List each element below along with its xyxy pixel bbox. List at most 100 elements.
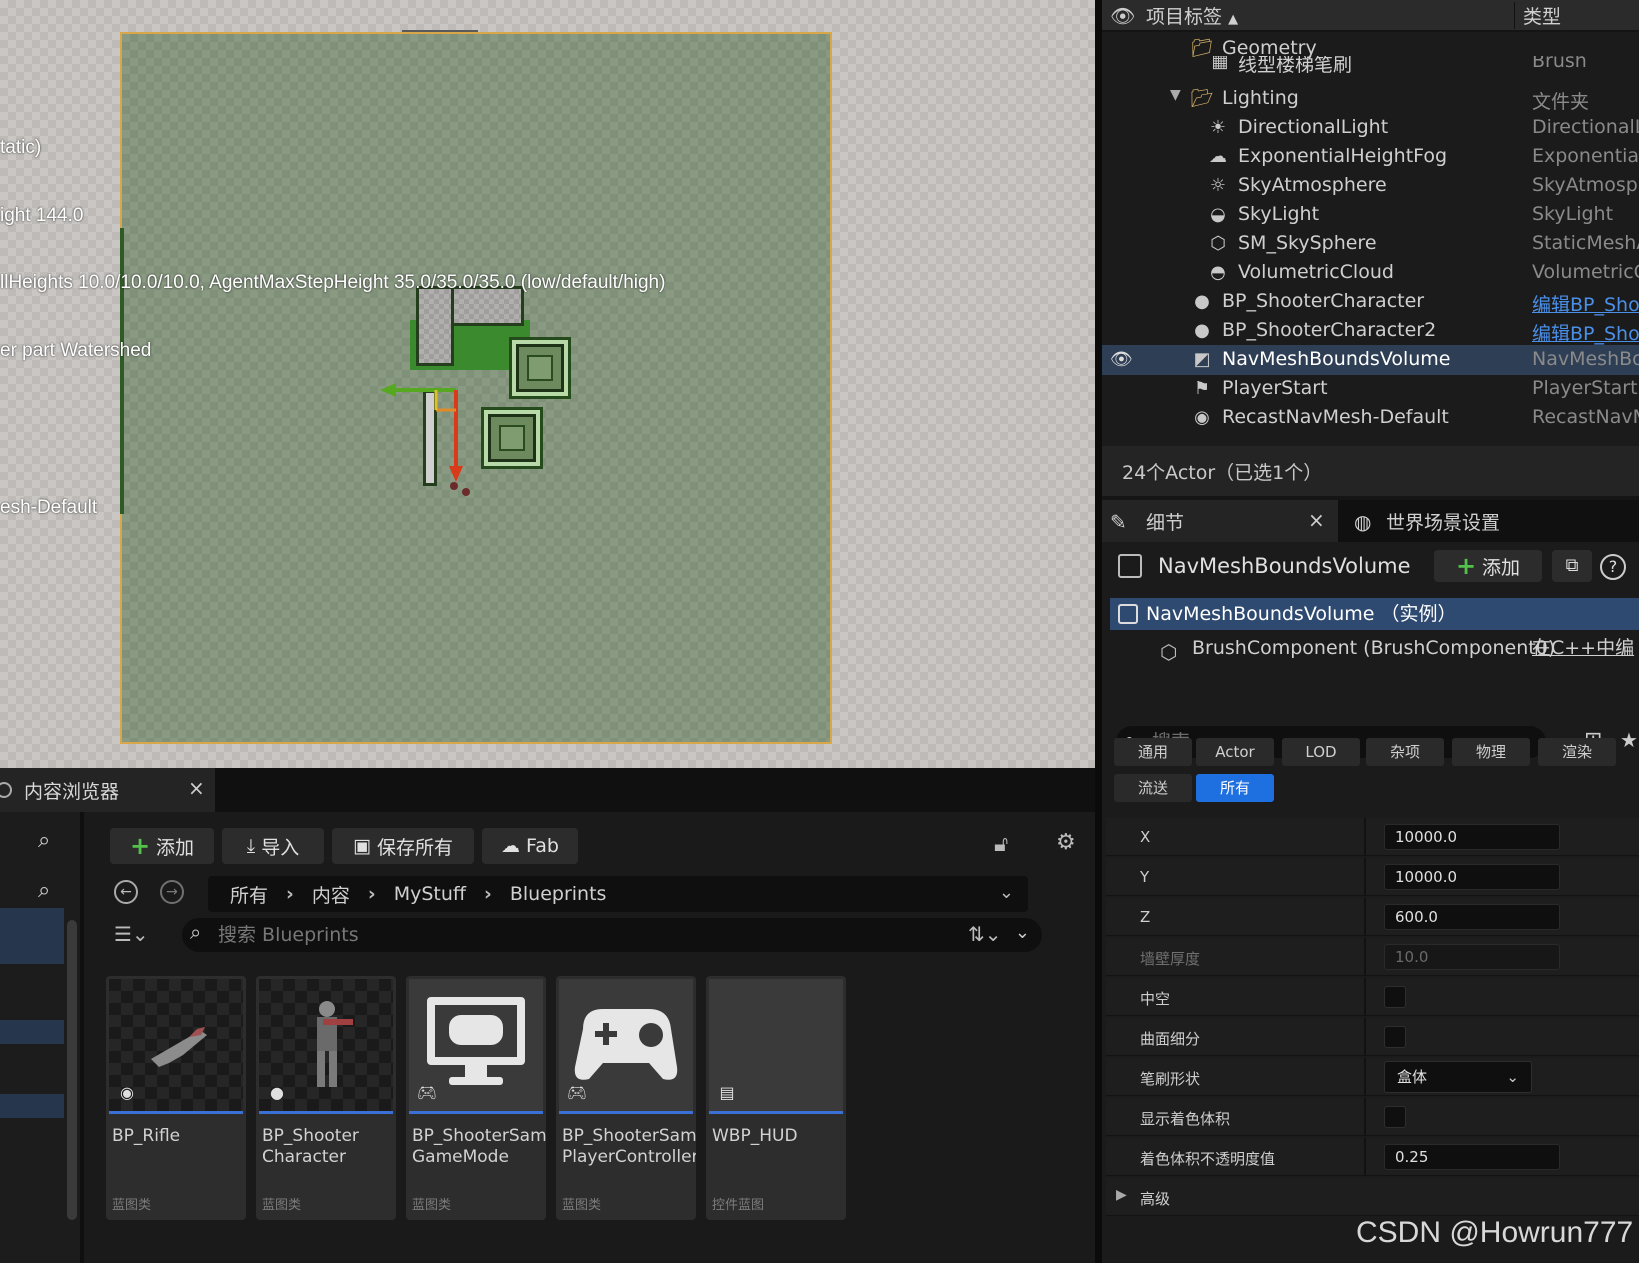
gamepad-buttons-shape (639, 1023, 663, 1047)
forward-icon[interactable]: → (160, 880, 184, 904)
filter-chip[interactable]: Actor (1196, 738, 1274, 766)
component-tree: NavMeshBoundsVolume （实例） ⬡ BrushComponen… (1110, 596, 1639, 692)
eye-icon[interactable]: 👁︎ (1110, 349, 1133, 370)
column-splitter[interactable] (1364, 818, 1366, 856)
hollow-checkbox[interactable] (1384, 986, 1406, 1008)
column-splitter[interactable] (1364, 978, 1366, 1016)
outliner-row[interactable]: ◒ SkyLight SkyLight (1102, 200, 1639, 230)
outliner-row[interactable]: ⬡ SM_SkySphere StaticMeshA (1102, 229, 1639, 259)
filter-chip-active[interactable]: 所有 (1196, 774, 1274, 802)
breadcrumb-item[interactable]: MyStuff (394, 883, 466, 905)
folder-tree-item[interactable] (0, 1094, 64, 1118)
component-name: BrushComponent (BrushComponent0) (1192, 637, 1556, 659)
filter-icon[interactable]: ☰⌄ (114, 922, 149, 946)
filter-chip[interactable]: 渲染 (1538, 738, 1616, 766)
outliner-row[interactable]: ▼ 📂︎ Lighting 文件夹 (1102, 84, 1639, 114)
component-child[interactable]: ⬡ BrushComponent (BrushComponent0) 在C++中… (1110, 632, 1639, 664)
row-name: BP_ShooterCharacter (1222, 290, 1425, 312)
column-splitter[interactable] (1364, 898, 1366, 936)
scrollbar[interactable] (67, 920, 77, 1220)
column-splitter[interactable] (1364, 1018, 1366, 1056)
z-value-field[interactable] (1384, 904, 1560, 930)
pencil-icon: ✎ (1110, 510, 1127, 534)
column-splitter[interactable] (1364, 938, 1366, 976)
panel-splitter[interactable] (1095, 0, 1102, 1263)
star-icon[interactable]: ★ (1620, 728, 1638, 752)
column-splitter[interactable] (1364, 1138, 1366, 1176)
level-viewport[interactable]: tatic) ight 144.0 llHeights 10.0/10.0/10… (0, 0, 1095, 768)
add-component-button[interactable]: + 添加 (1434, 550, 1542, 582)
outliner-row[interactable]: ☀ DirectionalLight DirectionalL (1102, 113, 1639, 143)
help-icon[interactable]: ? (1600, 554, 1626, 580)
debug-line: esh-Default (0, 497, 98, 518)
chevron-down-icon[interactable]: ⌄ (1015, 922, 1030, 943)
outliner-row[interactable]: ▦ 线型楼梯笔刷 Brush (1102, 56, 1639, 80)
outliner-row[interactable]: ☁ ExponentialHeightFog Exponentiall (1102, 142, 1639, 172)
asset-name: BP_Rifle (112, 1126, 181, 1146)
close-icon[interactable]: × (1308, 508, 1325, 532)
shaded-opacity-field[interactable] (1384, 1144, 1560, 1170)
outliner-row-selected[interactable]: 👁︎ ◩ NavMeshBoundsVolume NavMeshBo (1102, 345, 1639, 375)
asset-tile[interactable]: ● BP_Shooter Character 蓝图类 (256, 976, 396, 1220)
x-value-field[interactable] (1384, 824, 1560, 850)
outliner-row[interactable]: ◉ RecastNavMesh-Default RecastNavM (1102, 403, 1639, 433)
column-label[interactable]: 项目标签 ▲ (1146, 2, 1238, 29)
debug-line: er part Watershed (0, 339, 152, 361)
column-splitter[interactable] (1364, 1098, 1366, 1136)
folder-tree-item[interactable] (0, 908, 64, 964)
asset-tile[interactable]: 🎮︎ BP_ShooterSam PlayerController 蓝图类 (556, 976, 696, 1220)
gear-icon[interactable]: ⚙ (1056, 830, 1076, 855)
outliner-row[interactable]: ☼ SkyAtmosphere SkyAtmosph (1102, 171, 1639, 201)
filter-chip[interactable]: 流送 (1114, 774, 1192, 802)
edit-in-cpp-link[interactable]: 在C++中编 (1532, 632, 1634, 664)
lock-icon[interactable]: 🔓︎ (994, 832, 1008, 857)
edit-blueprint-link[interactable]: 编辑BP_Sho (1532, 319, 1639, 346)
column-splitter[interactable] (1364, 858, 1366, 896)
close-icon[interactable]: × (188, 776, 205, 800)
asset-tile[interactable]: ◉ BP_Rifle 蓝图类 (106, 976, 246, 1220)
actor-name[interactable]: NavMeshBoundsVolume (1158, 554, 1411, 578)
brush-shape-dropdown[interactable]: 盒体 ⌄ (1384, 1061, 1532, 1093)
asset-tile[interactable]: ▤ WBP_HUD 控件蓝图 (706, 976, 846, 1220)
sort-icon[interactable]: ⇅⌄ (968, 922, 1002, 946)
column-type[interactable]: 类型 (1514, 2, 1561, 29)
asset-tile[interactable]: 🎮︎ BP_ShooterSam GameMode 蓝图类 (406, 976, 546, 1220)
edit-blueprint-link[interactable]: 编辑BP_Sho (1532, 290, 1639, 317)
tab-world-settings[interactable]: ◍ 世界场景设置 (1354, 500, 1500, 542)
eye-icon[interactable]: 👁︎ (1110, 4, 1135, 28)
fab-button[interactable]: ☁ Fab (482, 828, 578, 864)
display-shaded-checkbox[interactable] (1384, 1106, 1406, 1128)
tab-content-browser[interactable]: 内容浏览器 × (0, 768, 215, 812)
outliner-row[interactable]: ● BP_ShooterCharacter2 编辑BP_Sho (1102, 316, 1639, 346)
filter-chip[interactable]: 物理 (1452, 738, 1530, 766)
column-splitter[interactable] (1364, 1058, 1366, 1096)
outliner-row[interactable]: ◓ VolumetricCloud VolumetricC (1102, 258, 1639, 288)
add-button[interactable]: + 添加 (110, 828, 214, 864)
collapse-arrow-icon[interactable]: ▼ (1170, 87, 1181, 103)
import-button[interactable]: ⤓ 导入 (222, 828, 324, 864)
breadcrumb-item[interactable]: Blueprints (510, 883, 607, 905)
breadcrumb-item[interactable]: 所有 (230, 881, 268, 908)
search-icon[interactable]: ⌕ (38, 828, 50, 853)
filter-chip[interactable]: LOD (1282, 738, 1360, 766)
filter-chip[interactable]: 通用 (1114, 738, 1192, 766)
chevron-down-icon[interactable]: ⌄ (999, 882, 1014, 903)
property-row-advanced[interactable]: ▶ 高级 (1106, 1178, 1639, 1216)
breadcrumb-item[interactable]: 内容 (312, 881, 350, 908)
save-all-button[interactable]: ▣ 保存所有 (332, 828, 474, 864)
outliner-row[interactable]: ● BP_ShooterCharacter 编辑BP_Sho (1102, 287, 1639, 317)
property-label: Z (1140, 908, 1151, 926)
expand-arrow-icon[interactable]: ▶ (1116, 1187, 1127, 1203)
back-icon[interactable]: ← (114, 880, 138, 904)
tab-details[interactable]: ✎ 细节 × (1102, 500, 1338, 542)
search-input[interactable] (218, 924, 978, 946)
tessellated-checkbox[interactable] (1384, 1026, 1406, 1048)
component-root[interactable]: NavMeshBoundsVolume （实例） (1110, 598, 1639, 630)
y-value-field[interactable] (1384, 864, 1560, 890)
outliner-row[interactable]: ⚑ PlayerStart PlayerStart (1102, 374, 1639, 404)
filter-chip[interactable]: 杂项 (1366, 738, 1444, 766)
sort-ascending-icon: ▲ (1228, 12, 1239, 27)
folder-tree-item[interactable] (0, 1020, 64, 1044)
search-icon[interactable]: ⌕ (38, 878, 50, 903)
blueprint-button[interactable]: ⧉ (1552, 550, 1592, 582)
